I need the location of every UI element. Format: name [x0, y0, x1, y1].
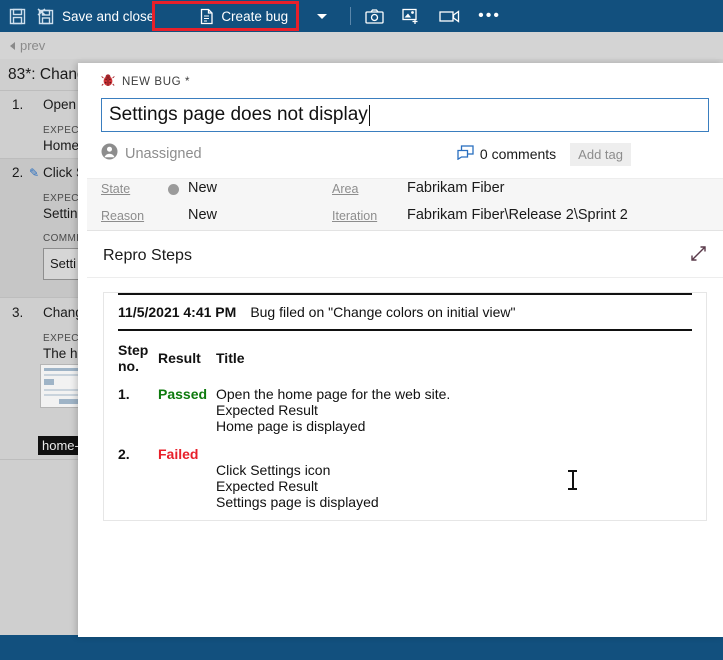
column-result: Result: [158, 350, 201, 366]
repro-steps-body[interactable]: 11/5/2021 4:41 PM Bug filed on "Change c…: [87, 278, 723, 521]
divider: [350, 7, 352, 25]
iteration-label: Iteration: [332, 209, 378, 223]
table-row: Expected Result: [118, 402, 692, 418]
chevron-down-icon[interactable]: [317, 13, 328, 19]
reason-value[interactable]: New: [188, 207, 217, 223]
bug-title-input[interactable]: Settings page does not display: [101, 98, 709, 132]
expected-result-value: Settings page is displayed: [216, 494, 379, 510]
screen-capture-icon: [402, 8, 421, 25]
background-step-number: 1.: [12, 97, 24, 112]
assignee-picker[interactable]: Unassigned: [101, 143, 202, 165]
save-and-close-label: Save and close: [62, 8, 155, 24]
table-row: Settings page is displayed: [118, 494, 692, 510]
more-options-button[interactable]: •••: [469, 0, 510, 32]
text-cursor: [368, 104, 370, 126]
state-label: State: [101, 182, 131, 196]
background-expected-value: Home: [43, 138, 80, 153]
comment-icon: [457, 145, 474, 163]
repro-steps-header: Repro Steps: [87, 231, 723, 278]
column-step-no: Step no.: [118, 342, 149, 374]
comments-count-label: 0 comments: [479, 146, 557, 162]
expected-result-label: Expected Result: [216, 478, 318, 494]
comments-link[interactable]: 0 comments: [457, 145, 556, 163]
area-label: Area: [332, 182, 359, 196]
table-row: 2. Failed: [118, 446, 692, 462]
pencil-icon: ✎: [29, 166, 40, 180]
ellipsis-icon: •••: [478, 7, 501, 24]
table-header-row: Step no. Result Title: [118, 342, 692, 386]
bug-fields-strip: State New Reason New Area Fabrikam Fiber…: [87, 178, 723, 231]
iteration-value[interactable]: Fabrikam Fiber\Release 2\Sprint 2: [407, 207, 628, 223]
step-number: 1.: [118, 386, 130, 402]
mouse-text-cursor: [568, 470, 577, 490]
document-icon: [200, 8, 214, 25]
new-bug-dialog: NEW BUG * Settings page does not display…: [78, 63, 723, 637]
save-and-close-icon: [37, 7, 55, 25]
bug-meta-row: Unassigned 0 comments Add tag: [101, 142, 709, 166]
state-value[interactable]: New: [188, 180, 217, 196]
state-dot: [168, 184, 179, 195]
video-camera-icon: [439, 9, 460, 23]
repro-steps-card: 11/5/2021 4:41 PM Bug filed on "Change c…: [103, 292, 707, 521]
background-test-case-title: 83*: Chang: [8, 66, 86, 83]
user-avatar-icon: [101, 143, 118, 165]
camera-icon: [365, 8, 384, 24]
bug-icon: [101, 73, 115, 92]
step-title: Open the home page for the web site.: [216, 386, 451, 402]
save-icon: [9, 8, 26, 25]
screenshot-button[interactable]: [356, 0, 393, 32]
create-bug-label: Create bug: [221, 8, 289, 24]
table-row: Click Settings icon: [118, 462, 692, 478]
step-title: Click Settings icon: [216, 462, 331, 478]
expand-diagonal-icon[interactable]: [690, 245, 707, 267]
add-tag-button[interactable]: Add tag: [570, 142, 631, 166]
expected-result-label: Expected Result: [216, 402, 318, 418]
step-title-placeholder: [216, 446, 692, 462]
assignee-name: Unassigned: [125, 146, 202, 162]
save-and-close-button[interactable]: Save and close: [28, 0, 163, 32]
table-row: Home page is displayed: [118, 418, 692, 434]
spacer-row: [118, 434, 692, 446]
create-bug-button[interactable]: Create bug: [186, 0, 336, 32]
background-step-number: 2.: [12, 165, 24, 180]
background-step-title: Chang: [43, 305, 83, 320]
reason-label: Reason: [101, 209, 145, 223]
save-button[interactable]: [0, 0, 28, 32]
record-button[interactable]: [430, 0, 469, 32]
expected-result-value: Home page is displayed: [216, 418, 366, 434]
step-result: Passed: [158, 386, 208, 402]
column-title: Title: [216, 350, 245, 366]
background-step-number: 3.: [12, 305, 24, 320]
bottom-status-bar: [0, 635, 723, 660]
area-value[interactable]: Fabrikam Fiber: [407, 180, 505, 196]
step-number: 2.: [118, 446, 130, 462]
table-row: 1. Passed Open the home page for the web…: [118, 386, 692, 402]
bug-filed-text: Bug filed on "Change colors on initial v…: [250, 304, 516, 320]
bug-filed-date: 11/5/2021 4:41 PM: [118, 304, 237, 320]
step-result: Failed: [158, 446, 199, 462]
background-attachment-filename: home-: [38, 436, 83, 455]
repro-steps-title: Repro Steps: [103, 247, 192, 264]
prev-label: prev: [20, 38, 46, 53]
screen-capture-button[interactable]: [393, 0, 430, 32]
command-bar: Save and close Create bug •••: [0, 0, 723, 32]
table-row: Expected Result: [118, 478, 692, 494]
bug-title-value: Settings page does not display: [109, 104, 368, 125]
bug-filed-row: 11/5/2021 4:41 PM Bug filed on "Change c…: [118, 293, 692, 331]
repro-steps-table: Step no. Result Title 1. Passed Open the…: [118, 342, 692, 510]
bug-type-label: NEW BUG *: [122, 76, 191, 88]
bug-dialog-header: NEW BUG *: [87, 63, 723, 91]
chevron-left-icon: [10, 41, 15, 50]
prev-navigation-bar[interactable]: prev: [0, 32, 723, 59]
